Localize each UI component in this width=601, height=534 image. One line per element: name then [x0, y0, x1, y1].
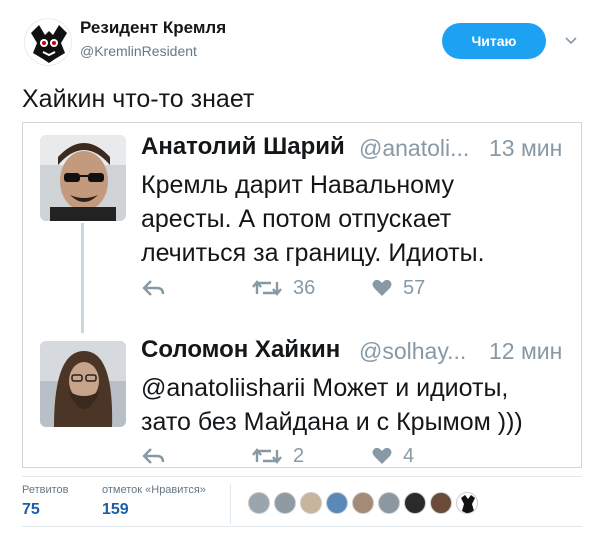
heart-icon	[372, 279, 392, 296]
retweet-count: 2	[293, 444, 305, 467]
retweet-icon	[252, 448, 282, 464]
liker-avatar[interactable]	[274, 492, 296, 514]
quoted-name-2: Соломон Хайкин	[141, 336, 341, 363]
author-handle[interactable]: @KremlinResident	[80, 43, 197, 59]
liker-avatar[interactable]	[404, 492, 426, 514]
retweet-stat: 2	[251, 443, 304, 469]
quoted-body-line: зато без Майдана и с Крымом )))	[141, 408, 523, 436]
like-count: 57	[403, 276, 426, 299]
divider	[22, 476, 582, 477]
likers-avatars	[248, 492, 478, 514]
quoted-handle-1: @anatoli...	[359, 135, 470, 161]
like-stat: 4	[371, 443, 414, 469]
retweet-count: 36	[293, 276, 316, 299]
quoted-handle-2: @solhay...	[359, 338, 467, 364]
divider	[22, 526, 582, 527]
author-name[interactable]: Резидент Кремля	[80, 18, 226, 38]
heart-icon	[372, 447, 392, 464]
liker-avatar[interactable]	[248, 492, 270, 514]
quoted-time-2: 12 мин	[489, 338, 563, 364]
quoted-body-line: лечиться за границу. Идиоты.	[141, 239, 485, 267]
quoted-body-line: Кремль дарит Навальному	[141, 171, 455, 199]
quoted-body-line: @anatoliisharii Может и идиоты,	[141, 374, 509, 402]
quoted-actions-2: 2 4	[141, 443, 471, 469]
quoted-time-1: 13 мин	[489, 135, 563, 161]
like-count: 4	[403, 444, 415, 467]
thread-line	[81, 223, 84, 333]
retweets-label[interactable]: Ретвитов	[22, 484, 69, 496]
retweet-icon	[252, 280, 282, 296]
quoted-actions-1: 36 57	[141, 275, 471, 301]
author-avatar[interactable]	[24, 18, 72, 66]
liker-avatar[interactable]	[430, 492, 452, 514]
stats-separator	[230, 484, 231, 524]
tweet-stats: Ретвитов 75 отметок «Нравится» 159	[22, 484, 582, 524]
liker-avatar[interactable]	[326, 492, 348, 514]
quoted-avatar-1	[40, 135, 126, 221]
liker-avatar[interactable]	[456, 492, 478, 514]
likes-value[interactable]: 159	[102, 501, 129, 519]
reply-icon	[141, 443, 165, 469]
liker-avatar[interactable]	[352, 492, 374, 514]
follow-button[interactable]: Читаю	[442, 23, 546, 59]
quoted-body-line: аресты. А потом отпускает	[141, 205, 452, 233]
liker-avatar[interactable]	[300, 492, 322, 514]
embedded-screenshot: Анатолий Шарий @anatoli... 13 мин Кремль…	[22, 122, 582, 468]
quoted-avatar-2	[40, 341, 126, 427]
quoted-body-2: @anatoliisharii Может и идиоты, зато без…	[141, 371, 571, 439]
retweet-stat: 36	[251, 275, 315, 301]
quoted-body-1: Кремль дарит Навальному аресты. А потом …	[141, 168, 571, 270]
reply-icon	[141, 275, 165, 301]
chevron-down-icon[interactable]	[562, 32, 580, 50]
like-stat: 57	[371, 275, 425, 301]
likes-label[interactable]: отметок «Нравится»	[102, 484, 206, 496]
liker-avatar[interactable]	[378, 492, 400, 514]
retweets-value[interactable]: 75	[22, 501, 40, 519]
quoted-name-1: Анатолий Шарий	[141, 133, 345, 160]
tweet-text: Хайкин что-то знает	[22, 85, 255, 113]
tweet-header: Резидент Кремля @KremlinResident Читаю	[16, 12, 586, 66]
